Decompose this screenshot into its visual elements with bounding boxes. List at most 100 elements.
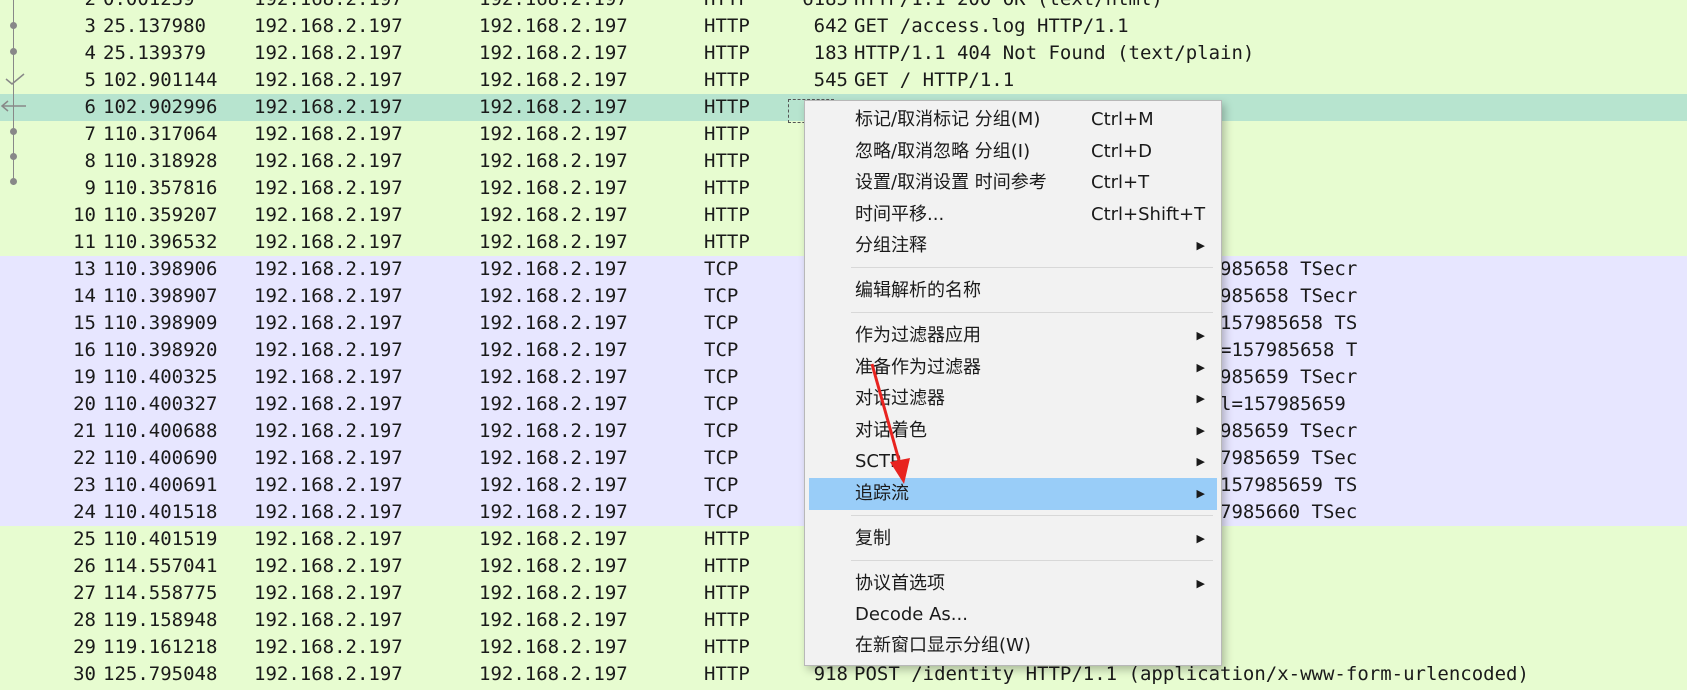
cell-protocol: TCP [704,339,739,361]
cell-number: 11 [73,231,96,253]
table-row[interactable]: 2 0.001239 192.168.2.197 192.168.2.197 HTTP 6… [0,0,1687,13]
menu-item-decode-as[interactable]: Decode As... [809,599,1217,631]
cell-time: 110.400688 [103,420,218,442]
cell-number: 19 [73,366,96,388]
menu-item-label: Decode As... [855,604,968,625]
cell-time: 110.318928 [103,150,218,172]
submenu-arrow-icon: ▶ [1196,329,1205,342]
submenu-arrow-icon: ▶ [1196,424,1205,437]
cell-info: HTTP/1.1 200 OK (text/html) [854,0,1163,13]
cell-destination: 192.168.2.197 [479,231,628,253]
cell-protocol: TCP [704,447,739,469]
submenu-arrow-icon: ▶ [1196,532,1205,545]
cell-destination: 192.168.2.197 [479,96,628,118]
cell-source: 192.168.2.197 [254,96,403,118]
cell-time: 125.795048 [103,663,218,685]
cell-time: 110.400690 [103,447,218,469]
cell-destination: 192.168.2.197 [479,474,628,496]
menu-item-label: 设置/取消设置 时间参考 [855,172,1047,193]
menu-item-apply-as-filter[interactable]: 作为过滤器应用 ▶ [809,320,1217,352]
cell-protocol: TCP [704,258,739,280]
menu-item-shortcut: Ctrl+D [1091,141,1152,162]
cell-destination: 192.168.2.197 [479,312,628,334]
submenu-arrow-icon: ▶ [1196,361,1205,374]
menu-item-ignore-packet[interactable]: 忽略/取消忽略 分组(I) Ctrl+D [809,136,1217,168]
table-row[interactable]: 5 102.901144 192.168.2.197 192.168.2.197 HTT… [0,67,1687,94]
cell-time: 110.359207 [103,204,218,226]
cell-time: 110.357816 [103,177,218,199]
cell-time: 25.137980 [103,15,206,37]
cell-number: 25 [73,528,96,550]
menu-item-label: 分组注释 [855,235,927,256]
cell-protocol: TCP [704,285,739,307]
table-row[interactable]: 3 25.137980 192.168.2.197 192.168.2.197 HTTP… [0,13,1687,40]
cell-source: 192.168.2.197 [254,501,403,523]
cell-length: 6185 [760,0,848,13]
gutter-dot [10,153,17,160]
menu-item-protocol-preferences[interactable]: 协议首选项 ▶ [809,568,1217,600]
cell-destination: 192.168.2.197 [479,69,628,91]
cell-destination: 192.168.2.197 [479,204,628,226]
cell-destination: 192.168.2.197 [479,150,628,172]
menu-item-shortcut: Ctrl+T [1091,172,1150,193]
cell-protocol: HTTP [704,150,750,172]
menu-item-edit-resolved-name[interactable]: 编辑解析的名称 [809,275,1217,307]
cell-destination: 192.168.2.197 [479,555,628,577]
request-arrow-icon [0,100,26,112]
cell-protocol: HTTP [704,42,750,64]
gutter-dot [10,22,17,29]
cell-number: 20 [73,393,96,415]
cell-number: 3 [84,15,96,37]
cell-destination: 192.168.2.197 [479,528,628,550]
cell-destination: 192.168.2.197 [479,285,628,307]
menu-item-time-shift[interactable]: 时间平移... Ctrl+Shift+T [809,199,1217,231]
menu-item-packet-comment[interactable]: 分组注释 ▶ [809,230,1217,262]
cell-destination: 192.168.2.197 [479,0,628,13]
menu-separator [851,312,1213,313]
cell-source: 192.168.2.197 [254,258,403,280]
cell-destination: 192.168.2.197 [479,258,628,280]
cell-number: 26 [73,555,96,577]
cell-destination: 192.168.2.197 [479,582,628,604]
cell-number: 23 [73,474,96,496]
menu-separator [851,560,1213,561]
cell-number: 29 [73,636,96,658]
cell-protocol: HTTP [704,582,750,604]
cell-protocol: TCP [704,312,739,334]
cell-source: 192.168.2.197 [254,285,403,307]
menu-item-show-in-new-window[interactable]: 在新窗口显示分组(W) [809,630,1217,662]
cell-number: 9 [84,177,96,199]
cell-source: 192.168.2.197 [254,177,403,199]
menu-item-label: 协议首选项 [855,573,945,594]
cell-source: 192.168.2.197 [254,663,403,685]
cell-time: 119.158948 [103,609,218,631]
cell-info: GET / HTTP/1.1 [854,69,1015,91]
menu-item-label: 复制 [855,528,891,549]
menu-item-time-reference[interactable]: 设置/取消设置 时间参考 Ctrl+T [809,167,1217,199]
cell-number: 5 [84,69,96,91]
cell-protocol: HTTP [704,663,750,685]
cell-source: 192.168.2.197 [254,0,403,13]
response-check-icon [5,73,25,85]
cell-source: 192.168.2.197 [254,393,403,415]
cell-protocol: HTTP [704,96,750,118]
cell-number: 2 [40,0,96,13]
cell-time: 110.401518 [103,501,218,523]
cell-destination: 192.168.2.197 [479,123,628,145]
cell-source: 192.168.2.197 [254,474,403,496]
cell-destination: 192.168.2.197 [479,42,628,64]
menu-item-label: 时间平移... [855,204,945,225]
cell-protocol: HTTP [704,528,750,550]
submenu-arrow-icon: ▶ [1196,392,1205,405]
menu-item-copy[interactable]: 复制 ▶ [809,523,1217,555]
cell-protocol: HTTP [704,609,750,631]
cell-destination: 192.168.2.197 [479,636,628,658]
cell-time: 110.317064 [103,123,218,145]
cell-protocol: HTTP [704,231,750,253]
table-row[interactable]: 4 25.139379 192.168.2.197 192.168.2.197 HTTP… [0,40,1687,67]
gutter-dot [10,128,17,135]
cell-source: 192.168.2.197 [254,204,403,226]
menu-item-mark-packet[interactable]: 标记/取消标记 分组(M) Ctrl+M [809,104,1217,136]
cell-number: 27 [73,582,96,604]
cell-time: 110.398909 [103,312,218,334]
